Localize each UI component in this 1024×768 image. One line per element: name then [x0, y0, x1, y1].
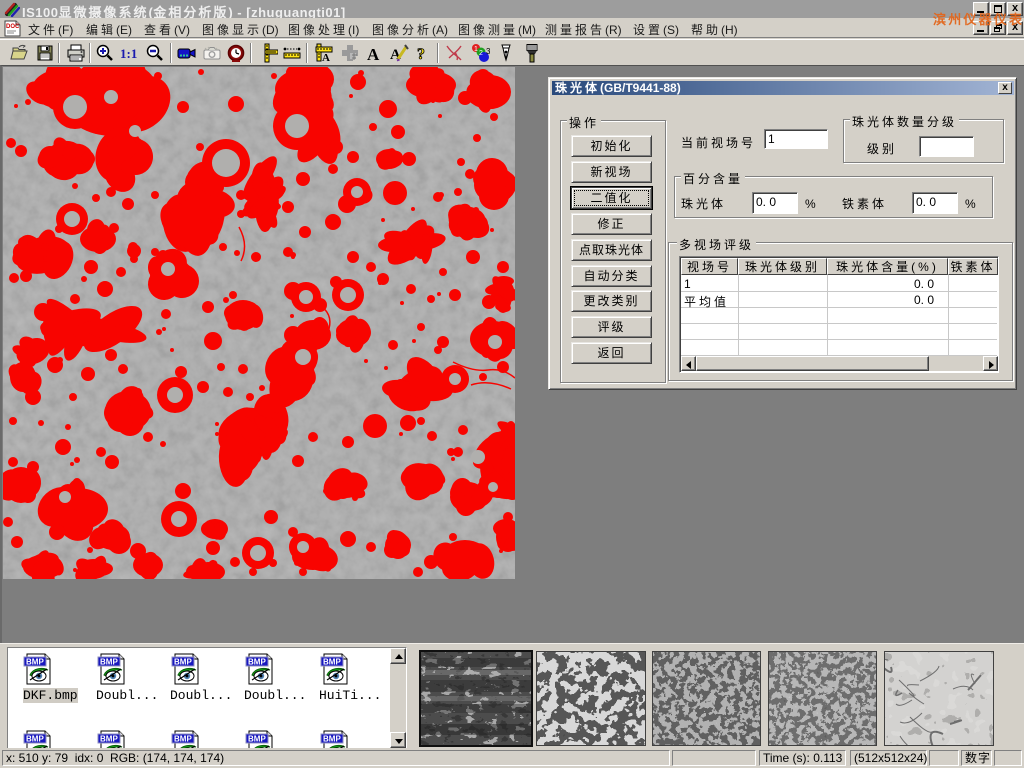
- svg-text:BMP: BMP: [174, 735, 192, 744]
- svg-text:2: 2: [479, 50, 483, 57]
- svg-text:BMP: BMP: [323, 658, 341, 667]
- svg-text:BMP: BMP: [26, 735, 44, 744]
- svg-text:?: ?: [417, 46, 425, 63]
- svg-text:A: A: [367, 45, 380, 63]
- svg-text:BMP: BMP: [323, 735, 341, 744]
- svg-text:1:1: 1:1: [120, 46, 137, 61]
- svg-text:A: A: [322, 52, 330, 63]
- svg-text:BMP: BMP: [100, 658, 118, 667]
- svg-text:DOC: DOC: [6, 24, 20, 30]
- svg-text:BMP: BMP: [100, 735, 118, 744]
- svg-text:1: 1: [474, 46, 478, 53]
- svg-text:BMP: BMP: [248, 735, 266, 744]
- svg-text:3: 3: [486, 47, 490, 56]
- svg-text:BMP: BMP: [248, 658, 266, 667]
- svg-text:BMP: BMP: [26, 658, 44, 667]
- svg-text:BMP: BMP: [174, 658, 192, 667]
